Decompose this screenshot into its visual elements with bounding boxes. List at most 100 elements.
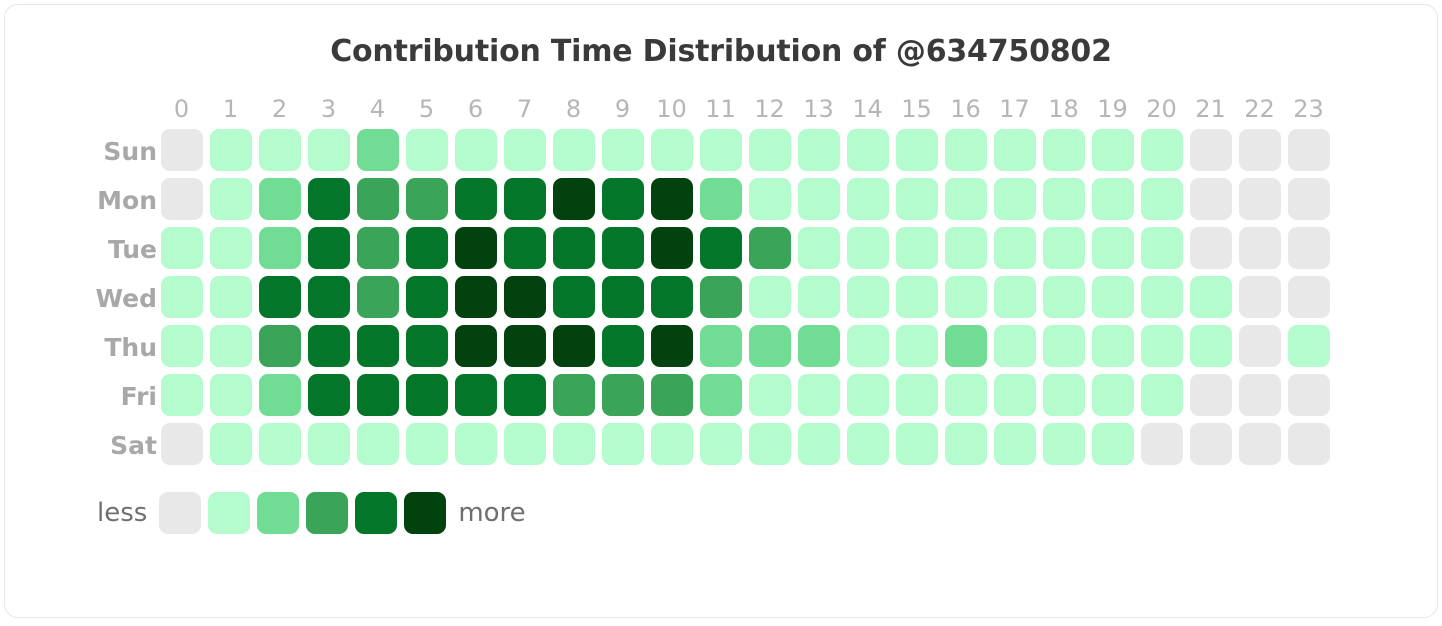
heatmap-cell-sat-6[interactable] [451, 421, 500, 470]
heatmap-cell-sun-20[interactable] [1137, 127, 1186, 176]
heatmap-cell-fri-15[interactable] [892, 372, 941, 421]
heatmap-cell-thu-18[interactable] [1039, 323, 1088, 372]
heatmap-cell-sun-17[interactable] [990, 127, 1039, 176]
heatmap-cell-fri-2[interactable] [255, 372, 304, 421]
heatmap-cell-wed-11[interactable] [696, 274, 745, 323]
heatmap-cell-mon-5[interactable] [402, 176, 451, 225]
heatmap-cell-thu-1[interactable] [206, 323, 255, 372]
heatmap-cell-sun-19[interactable] [1088, 127, 1137, 176]
heatmap-cell-wed-13[interactable] [794, 274, 843, 323]
heatmap-cell-tue-8[interactable] [549, 225, 598, 274]
heatmap-cell-wed-17[interactable] [990, 274, 1039, 323]
heatmap-cell-sat-10[interactable] [647, 421, 696, 470]
heatmap-cell-sat-19[interactable] [1088, 421, 1137, 470]
heatmap-cell-sun-9[interactable] [598, 127, 647, 176]
heatmap-cell-sat-21[interactable] [1186, 421, 1235, 470]
heatmap-cell-fri-14[interactable] [843, 372, 892, 421]
heatmap-cell-wed-6[interactable] [451, 274, 500, 323]
heatmap-cell-tue-7[interactable] [500, 225, 549, 274]
heatmap-cell-fri-10[interactable] [647, 372, 696, 421]
heatmap-cell-thu-8[interactable] [549, 323, 598, 372]
heatmap-cell-fri-5[interactable] [402, 372, 451, 421]
heatmap-cell-thu-9[interactable] [598, 323, 647, 372]
heatmap-cell-tue-6[interactable] [451, 225, 500, 274]
heatmap-cell-fri-13[interactable] [794, 372, 843, 421]
heatmap-cell-fri-20[interactable] [1137, 372, 1186, 421]
heatmap-cell-mon-2[interactable] [255, 176, 304, 225]
heatmap-cell-sun-16[interactable] [941, 127, 990, 176]
heatmap-cell-fri-11[interactable] [696, 372, 745, 421]
heatmap-cell-sat-15[interactable] [892, 421, 941, 470]
heatmap-cell-wed-4[interactable] [353, 274, 402, 323]
heatmap-cell-tue-0[interactable] [157, 225, 206, 274]
heatmap-cell-sat-4[interactable] [353, 421, 402, 470]
heatmap-cell-sun-2[interactable] [255, 127, 304, 176]
heatmap-cell-sat-16[interactable] [941, 421, 990, 470]
heatmap-cell-tue-9[interactable] [598, 225, 647, 274]
heatmap-cell-sat-2[interactable] [255, 421, 304, 470]
heatmap-cell-mon-16[interactable] [941, 176, 990, 225]
heatmap-cell-thu-6[interactable] [451, 323, 500, 372]
heatmap-cell-tue-15[interactable] [892, 225, 941, 274]
heatmap-cell-tue-16[interactable] [941, 225, 990, 274]
heatmap-cell-mon-0[interactable] [157, 176, 206, 225]
heatmap-cell-sun-11[interactable] [696, 127, 745, 176]
heatmap-cell-sun-1[interactable] [206, 127, 255, 176]
heatmap-cell-wed-2[interactable] [255, 274, 304, 323]
heatmap-cell-tue-19[interactable] [1088, 225, 1137, 274]
heatmap-cell-tue-17[interactable] [990, 225, 1039, 274]
heatmap-cell-fri-18[interactable] [1039, 372, 1088, 421]
heatmap-cell-mon-18[interactable] [1039, 176, 1088, 225]
heatmap-cell-thu-22[interactable] [1235, 323, 1284, 372]
heatmap-cell-tue-22[interactable] [1235, 225, 1284, 274]
heatmap-cell-tue-14[interactable] [843, 225, 892, 274]
heatmap-cell-wed-5[interactable] [402, 274, 451, 323]
heatmap-cell-sun-8[interactable] [549, 127, 598, 176]
heatmap-cell-sun-4[interactable] [353, 127, 402, 176]
heatmap-cell-fri-22[interactable] [1235, 372, 1284, 421]
heatmap-cell-fri-9[interactable] [598, 372, 647, 421]
heatmap-cell-wed-14[interactable] [843, 274, 892, 323]
heatmap-cell-wed-12[interactable] [745, 274, 794, 323]
heatmap-cell-fri-23[interactable] [1284, 372, 1333, 421]
heatmap-cell-tue-12[interactable] [745, 225, 794, 274]
heatmap-cell-sun-22[interactable] [1235, 127, 1284, 176]
heatmap-cell-wed-10[interactable] [647, 274, 696, 323]
heatmap-cell-sat-7[interactable] [500, 421, 549, 470]
heatmap-cell-fri-4[interactable] [353, 372, 402, 421]
heatmap-cell-sun-10[interactable] [647, 127, 696, 176]
heatmap-cell-wed-23[interactable] [1284, 274, 1333, 323]
heatmap-cell-mon-1[interactable] [206, 176, 255, 225]
heatmap-cell-mon-12[interactable] [745, 176, 794, 225]
heatmap-cell-wed-8[interactable] [549, 274, 598, 323]
heatmap-cell-sun-21[interactable] [1186, 127, 1235, 176]
heatmap-cell-fri-12[interactable] [745, 372, 794, 421]
heatmap-cell-tue-2[interactable] [255, 225, 304, 274]
heatmap-cell-fri-17[interactable] [990, 372, 1039, 421]
heatmap-cell-thu-16[interactable] [941, 323, 990, 372]
heatmap-cell-fri-8[interactable] [549, 372, 598, 421]
heatmap-cell-thu-15[interactable] [892, 323, 941, 372]
heatmap-cell-thu-2[interactable] [255, 323, 304, 372]
heatmap-cell-fri-3[interactable] [304, 372, 353, 421]
heatmap-cell-wed-22[interactable] [1235, 274, 1284, 323]
heatmap-cell-tue-10[interactable] [647, 225, 696, 274]
heatmap-cell-wed-15[interactable] [892, 274, 941, 323]
heatmap-cell-mon-8[interactable] [549, 176, 598, 225]
heatmap-cell-mon-4[interactable] [353, 176, 402, 225]
heatmap-cell-fri-1[interactable] [206, 372, 255, 421]
heatmap-cell-mon-23[interactable] [1284, 176, 1333, 225]
heatmap-cell-tue-13[interactable] [794, 225, 843, 274]
heatmap-cell-mon-11[interactable] [696, 176, 745, 225]
heatmap-cell-sat-9[interactable] [598, 421, 647, 470]
heatmap-cell-thu-3[interactable] [304, 323, 353, 372]
heatmap-cell-thu-23[interactable] [1284, 323, 1333, 372]
heatmap-cell-wed-19[interactable] [1088, 274, 1137, 323]
heatmap-cell-tue-21[interactable] [1186, 225, 1235, 274]
heatmap-cell-sat-12[interactable] [745, 421, 794, 470]
heatmap-cell-mon-13[interactable] [794, 176, 843, 225]
heatmap-cell-thu-0[interactable] [157, 323, 206, 372]
heatmap-cell-thu-12[interactable] [745, 323, 794, 372]
heatmap-cell-wed-9[interactable] [598, 274, 647, 323]
heatmap-cell-sat-5[interactable] [402, 421, 451, 470]
